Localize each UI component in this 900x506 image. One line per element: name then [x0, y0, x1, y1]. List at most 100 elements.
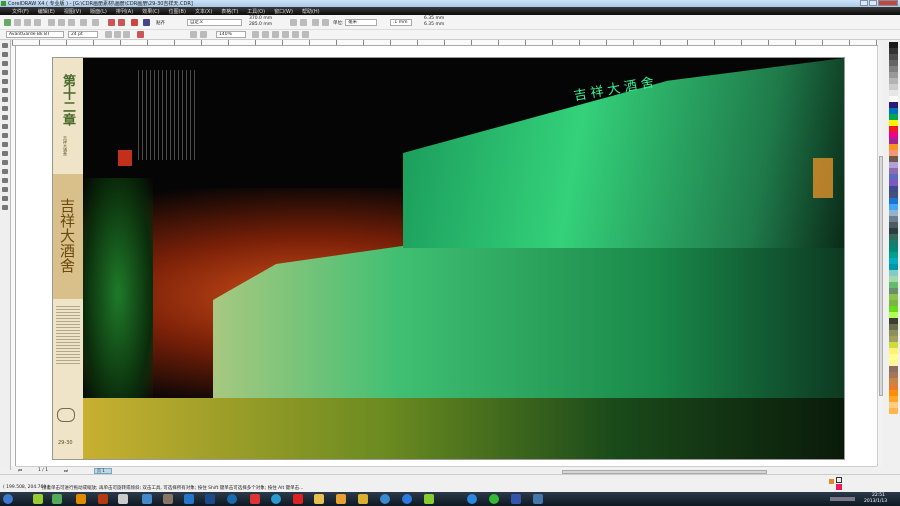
taskbar-app-icon[interactable] [118, 494, 128, 504]
application-launcher-icon[interactable] [131, 19, 138, 26]
paste-icon[interactable] [68, 19, 75, 26]
chapter-sidebar[interactable]: 第十二章 吉祥大酒舍 吉祥大酒舍 29-30 [53, 58, 83, 459]
taskbar-butterfly-icon[interactable] [511, 494, 521, 504]
taskbar-kugou-icon[interactable] [227, 494, 237, 504]
copy-icon[interactable] [58, 19, 65, 26]
snap-to-label[interactable]: 贴齐 [156, 20, 165, 26]
horizontal-text-icon[interactable] [190, 31, 197, 38]
page-height-field[interactable]: 285.0 mm [249, 22, 272, 27]
vertical-scrollbar[interactable] [877, 46, 883, 466]
all-pages-icon[interactable] [312, 19, 319, 26]
current-page-icon[interactable] [322, 19, 329, 26]
menu-help[interactable]: 帮助(H) [302, 8, 320, 15]
taskbar-bird-icon[interactable] [358, 494, 368, 504]
color-palette[interactable] [889, 42, 898, 482]
zoom-tool-icon[interactable] [2, 70, 8, 75]
connector-tool-icon[interactable] [2, 160, 8, 165]
menu-window[interactable]: 窗口(W) [274, 8, 293, 15]
clock-time[interactable]: 22:51 [872, 493, 885, 498]
basic-shapes-icon[interactable] [2, 124, 8, 129]
taskbar-illustrator-icon[interactable] [76, 494, 86, 504]
rectangle-tool-icon[interactable] [2, 97, 8, 102]
restaurant-night-photo[interactable]: 吉祥大酒舍 [83, 58, 844, 459]
text-align-icon[interactable] [137, 31, 144, 38]
taskbar-network-manager-icon[interactable] [533, 494, 543, 504]
taskbar-parrot-icon[interactable] [424, 494, 434, 504]
taskbar-coreldraw-icon[interactable] [52, 494, 62, 504]
parallel-dimension-icon[interactable] [2, 151, 8, 156]
taskbar-viewer-icon[interactable] [163, 494, 173, 504]
freehand-tool-icon[interactable] [2, 79, 8, 84]
taskbar-qq-icon[interactable] [250, 494, 260, 504]
landscape-icon[interactable] [300, 19, 307, 26]
taskbar-player-icon[interactable] [402, 494, 412, 504]
export-icon[interactable] [118, 19, 125, 26]
taskbar-photoshop-icon[interactable] [205, 494, 215, 504]
menu-edit[interactable]: 编辑(E) [38, 8, 55, 15]
font-size-select[interactable]: 24 pt [68, 31, 98, 38]
taskbar-mail-icon[interactable] [293, 494, 303, 504]
save-icon[interactable] [24, 19, 31, 26]
units-select[interactable]: 毫米 [345, 19, 377, 26]
smart-fill-icon[interactable] [2, 88, 8, 93]
pick-tool-icon[interactable] [2, 43, 8, 48]
menu-view[interactable]: 视图(V) [64, 8, 81, 15]
zoom-level-select[interactable]: 140% [216, 31, 246, 38]
taskbar-remote-icon[interactable] [184, 494, 194, 504]
minimize-button[interactable] [860, 0, 868, 6]
taskbar-ie-icon[interactable] [467, 494, 477, 504]
shape-tool-icon[interactable] [2, 52, 8, 57]
menu-tools[interactable]: 工具(O) [247, 8, 265, 15]
eyedropper-icon[interactable] [2, 178, 8, 183]
nudge-distance-field[interactable]: .1 mm [390, 19, 412, 26]
taskbar-green-browser-icon[interactable] [489, 494, 499, 504]
taskbar-network-icon[interactable] [142, 494, 152, 504]
import-icon[interactable] [108, 19, 115, 26]
vertical-text-icon[interactable] [200, 31, 207, 38]
zoom-all-icon[interactable] [282, 31, 289, 38]
text-tool-icon[interactable] [2, 133, 8, 138]
maximize-button[interactable] [869, 0, 877, 6]
close-button[interactable] [878, 0, 898, 6]
blend-tool-icon[interactable] [2, 169, 8, 174]
vertical-scroll-thumb[interactable] [879, 156, 883, 396]
menu-arrange[interactable]: 排列(A) [116, 8, 133, 15]
polygon-tool-icon[interactable] [2, 115, 8, 120]
menu-effects[interactable]: 效果(C) [142, 8, 159, 15]
zoom-in-icon[interactable] [252, 31, 259, 38]
taskbar-browser-icon[interactable] [271, 494, 281, 504]
page-width-field[interactable]: 370.0 mm [249, 16, 272, 21]
zoom-width-icon[interactable] [302, 31, 309, 38]
no-fill-icon[interactable] [836, 477, 842, 483]
ellipse-tool-icon[interactable] [2, 106, 8, 111]
page-size-select[interactable]: 自定义 [187, 19, 242, 26]
italic-icon[interactable] [114, 31, 121, 38]
fill-indicator-icon[interactable] [829, 479, 834, 484]
outline-tool-icon[interactable] [2, 187, 8, 192]
zoom-out-icon[interactable] [262, 31, 269, 38]
duplicate-x-field[interactable]: 6.35 mm [424, 16, 444, 21]
new-icon[interactable] [4, 19, 11, 26]
menu-layout[interactable]: 版面(L) [90, 8, 107, 15]
menu-table[interactable]: 表格(T) [221, 8, 238, 15]
system-tray-icons[interactable] [830, 497, 855, 501]
portrait-icon[interactable] [290, 19, 297, 26]
cut-icon[interactable] [48, 19, 55, 26]
redo-icon[interactable] [92, 19, 99, 26]
fill-tool-icon[interactable] [2, 196, 8, 201]
interactive-fill-icon[interactable] [2, 205, 8, 210]
table-tool-icon[interactable] [2, 142, 8, 147]
taskbar-360-icon[interactable] [33, 494, 43, 504]
start-button[interactable] [3, 494, 13, 504]
palette-swatch[interactable] [889, 408, 898, 414]
open-icon[interactable] [14, 19, 21, 26]
welcome-screen-icon[interactable] [143, 19, 150, 26]
zoom-selected-icon[interactable] [272, 31, 279, 38]
font-select[interactable]: AvantGarde Bk BT [6, 31, 64, 38]
outline-color-swatch[interactable] [836, 484, 842, 490]
print-icon[interactable] [34, 19, 41, 26]
menu-text[interactable]: 文本(X) [195, 8, 212, 15]
duplicate-y-field[interactable]: 6.35 mm [424, 22, 444, 27]
taskbar-folder-icon[interactable] [314, 494, 324, 504]
underline-icon[interactable] [123, 31, 130, 38]
